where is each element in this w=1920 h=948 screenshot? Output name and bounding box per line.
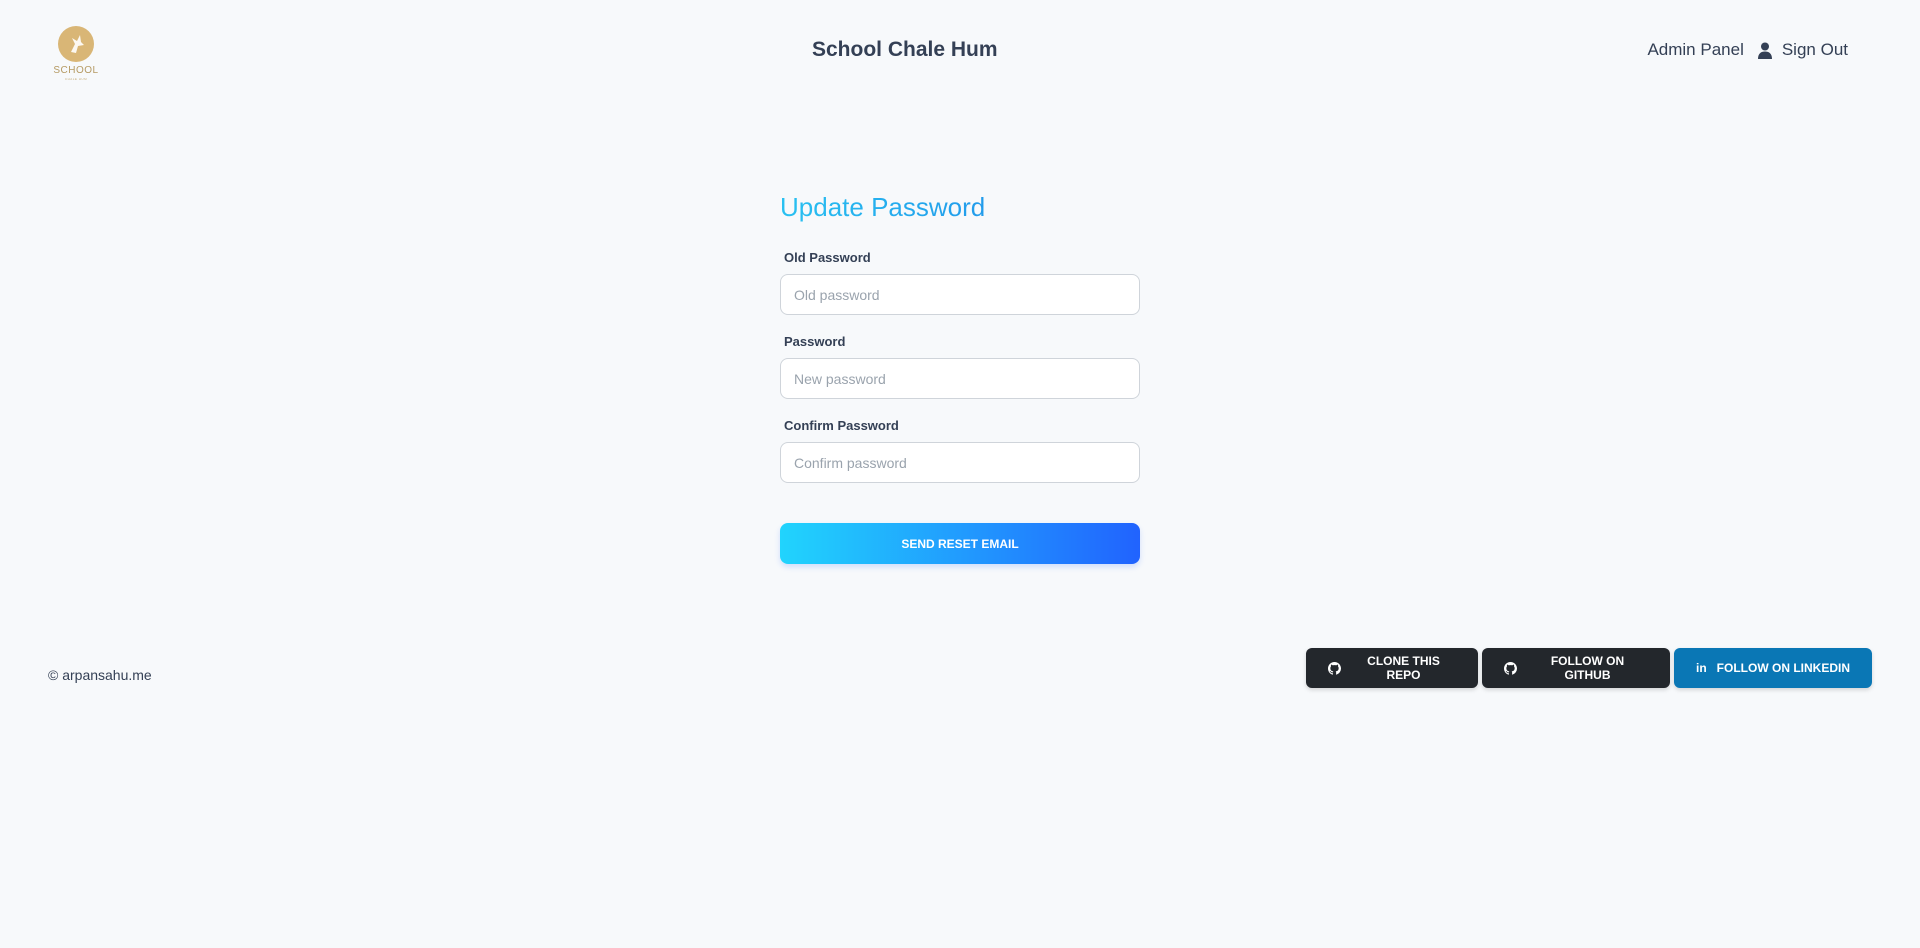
page-title: Update Password [780, 190, 1140, 224]
old-password-input[interactable] [780, 274, 1140, 315]
follow-github-button[interactable]: FOLLOW ON GITHUB [1482, 648, 1670, 688]
header-nav: Admin Panel Sign Out [1647, 40, 1848, 60]
follow-github-label: FOLLOW ON GITHUB [1550, 654, 1625, 682]
school-logo[interactable]: SCHOOL CHALE HUM [53, 26, 99, 84]
top-header: SCHOOL CHALE HUM School Chale Hum Admin … [0, 0, 1920, 104]
github-icon [1328, 661, 1341, 675]
confirm-password-label: Confirm Password [784, 418, 899, 433]
admin-panel-link[interactable]: Admin Panel [1647, 40, 1743, 60]
logo-subtext: CHALE HUM [64, 77, 88, 81]
new-password-group: Password [780, 334, 1140, 399]
logo-text: SCHOOL [53, 65, 99, 76]
school-logo-icon [58, 26, 94, 62]
linkedin-icon: in [1696, 661, 1707, 675]
copyright-text: © arpansahu.me [48, 667, 152, 683]
clone-repo-label: CLONE THIS REPO [1367, 654, 1440, 682]
send-reset-email-button[interactable]: SEND RESET EMAIL [780, 523, 1140, 564]
github-icon [1504, 661, 1517, 675]
confirm-password-group: Confirm Password [780, 418, 1140, 483]
app-title[interactable]: School Chale Hum [812, 38, 998, 62]
old-password-group: Old Password [780, 250, 1140, 315]
follow-linkedin-label: FOLLOW ON LINKEDIN [1716, 661, 1850, 675]
old-password-label: Old Password [784, 250, 871, 265]
new-password-label: Password [784, 334, 846, 349]
clone-repo-button[interactable]: CLONE THIS REPO [1306, 648, 1478, 688]
sign-out-link[interactable]: Sign Out [1782, 40, 1848, 60]
update-password-form: Update Password Old Password Password Co… [780, 190, 1140, 564]
confirm-password-input[interactable] [780, 442, 1140, 483]
follow-linkedin-button[interactable]: in FOLLOW ON LINKEDIN [1674, 648, 1872, 688]
user-icon [1757, 42, 1772, 59]
footer-buttons: CLONE THIS REPO FOLLOW ON GITHUB in FOLL… [1306, 648, 1872, 688]
new-password-input[interactable] [780, 358, 1140, 399]
